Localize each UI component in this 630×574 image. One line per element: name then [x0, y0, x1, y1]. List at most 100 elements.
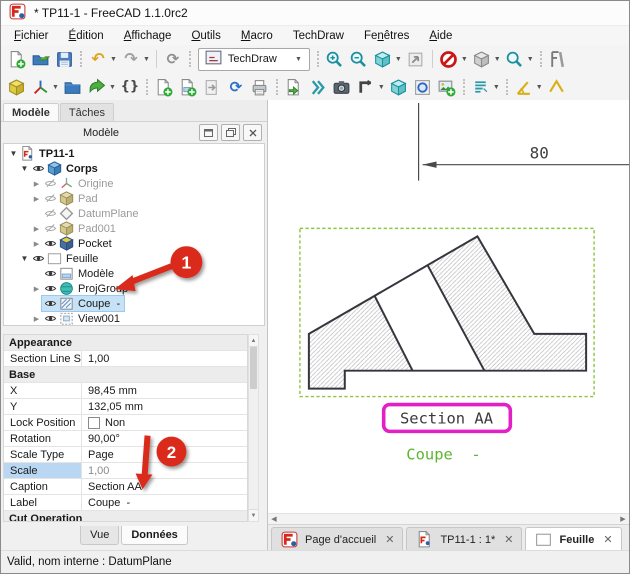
chevron-down-icon[interactable]: ▼ [110, 56, 117, 63]
detail-view-button[interactable] [387, 75, 411, 99]
visibility-on-icon[interactable] [30, 162, 46, 175]
page-new-button[interactable] [152, 75, 176, 99]
dim-angle-button[interactable] [512, 75, 536, 99]
mdi-tab-page-d-accueil[interactable]: Page d'accueil✕ [271, 527, 403, 551]
panel-dock-button[interactable] [199, 124, 218, 141]
section-view[interactable] [309, 236, 586, 388]
expand-icon[interactable]: ▶ [31, 285, 42, 293]
visibility-off-icon[interactable] [42, 177, 58, 190]
prop-tab-donnees[interactable]: Données [121, 526, 187, 545]
page-redraw-button[interactable] [200, 75, 224, 99]
workbench-selector[interactable]: TechDraw▼ [198, 48, 310, 71]
close-icon[interactable]: ✕ [603, 533, 612, 546]
tree-item-corps[interactable]: ▼Corps [4, 161, 264, 176]
collapse-icon[interactable]: ▼ [19, 164, 30, 173]
visibility-on-icon[interactable] [42, 282, 58, 295]
expand-icon[interactable]: ▶ [31, 180, 42, 188]
dim-extra-button[interactable] [545, 75, 569, 99]
toolbar-grip[interactable] [540, 51, 542, 67]
save-button[interactable] [52, 47, 76, 71]
chevron-down-icon[interactable]: ▼ [461, 56, 468, 63]
visibility-on-icon[interactable] [30, 252, 46, 265]
prop-tab-vue[interactable]: Vue [80, 526, 119, 545]
folder-open-button[interactable] [28, 47, 52, 71]
zoom-region-button[interactable] [503, 47, 527, 71]
prop-row-rotation[interactable]: Rotation90,00° [4, 431, 247, 447]
checkbox-unchecked[interactable] [88, 417, 100, 429]
scroll-down-icon[interactable]: ▼ [249, 509, 258, 521]
balloon-button[interactable] [469, 75, 493, 99]
chevron-down-icon[interactable]: ▼ [378, 84, 385, 91]
mdi-tab-feuille[interactable]: Feuille✕ [525, 527, 621, 551]
menu-techdraw[interactable]: TechDraw [283, 28, 354, 44]
visibility-on-icon[interactable] [42, 312, 58, 325]
print-button[interactable] [248, 75, 272, 99]
menu-edition[interactable]: Édition [59, 28, 114, 44]
tree-item-pad001[interactable]: ▶Pad001 [4, 221, 264, 236]
image-view-button[interactable] [435, 75, 459, 99]
prop-row-y[interactable]: Y132,05 mm [4, 399, 247, 415]
prop-value[interactable]: Coupe - [82, 495, 247, 510]
prop-value[interactable]: 132,05 mm [82, 399, 247, 414]
prop-value[interactable]: Non [82, 415, 247, 430]
chevron-down-icon[interactable]: ▼ [494, 56, 501, 63]
expand-icon[interactable]: ▶ [31, 225, 42, 233]
prop-row-scale[interactable]: Scale1,00 [4, 463, 247, 479]
menu-affichage[interactable]: Affichage [114, 28, 182, 44]
chevron-down-icon[interactable]: ▼ [395, 56, 402, 63]
zoom-out-button[interactable] [347, 47, 371, 71]
tree-item-pocket[interactable]: ▶Pocket [4, 236, 264, 251]
menu-fenetres[interactable]: Fenêtres [354, 28, 419, 44]
visibility-off-icon[interactable] [42, 207, 58, 220]
camera-button[interactable] [330, 75, 354, 99]
panel-close-button[interactable] [243, 124, 262, 141]
prop-row-section-line-s[interactable]: Section Line S...1,00 [4, 351, 247, 367]
redo-button[interactable]: ↷ [119, 47, 143, 71]
prop-value[interactable]: Section AA [82, 479, 247, 494]
tree-item-origine[interactable]: ▶Origine [4, 176, 264, 191]
chevron-down-icon[interactable]: ▼ [527, 56, 534, 63]
refresh-button[interactable]: ⟳ [161, 47, 185, 71]
prop-value[interactable]: Page [82, 447, 247, 462]
clip-group-button[interactable] [411, 75, 435, 99]
menu-fichier[interactable]: Fichier [4, 28, 59, 44]
collapse-icon[interactable]: ▼ [19, 254, 30, 263]
axis-cross-button[interactable] [28, 75, 52, 99]
panel-splitter[interactable] [1, 326, 267, 332]
prop-row-x[interactable]: X98,45 mm [4, 383, 247, 399]
dimension-80[interactable]: 80 [419, 103, 629, 181]
property-scrollbar[interactable]: ▲ ▼ [248, 334, 259, 522]
macro-button[interactable]: {} [118, 75, 142, 99]
horizontal-scrollbar[interactable]: ◀ ▶ [268, 513, 629, 524]
tree-item-coupe[interactable]: Coupe - [4, 296, 264, 311]
tree-item-view001[interactable]: ▶View001 [4, 311, 264, 326]
scroll-up-icon[interactable]: ▲ [249, 335, 258, 347]
go-linked-button[interactable] [404, 47, 428, 71]
tree-item-pad[interactable]: ▶Pad [4, 191, 264, 206]
toolbar-grip[interactable] [317, 51, 319, 67]
scroll-right-icon[interactable]: ▶ [617, 515, 629, 523]
panel-tab-modele[interactable]: Modèle [3, 103, 59, 121]
draw-style-button[interactable] [437, 47, 461, 71]
mdi-tab-tp11-1-1[interactable]: TP11-1 : 1*✕ [406, 527, 522, 551]
menu-outils[interactable]: Outils [181, 28, 230, 44]
panel-float-button[interactable] [221, 124, 240, 141]
undo-button[interactable]: ↶ [86, 47, 110, 71]
close-icon[interactable]: ✕ [504, 533, 513, 546]
tree-item-modele[interactable]: Modèle [4, 266, 264, 281]
prop-value[interactable]: 90,00° [82, 431, 247, 446]
measure-button[interactable] [546, 47, 570, 71]
visibility-off-icon[interactable] [42, 192, 58, 205]
prop-row-scale-type[interactable]: Scale TypePage [4, 447, 247, 463]
toolbar-grip[interactable] [276, 79, 278, 95]
update-views-button[interactable]: ⟳ [224, 75, 248, 99]
export-button[interactable] [85, 75, 109, 99]
page-template-button[interactable] [176, 75, 200, 99]
chevron-down-icon[interactable]: ▼ [143, 56, 150, 63]
tree-item-datumplane[interactable]: DatumPlane [4, 206, 264, 221]
export-page-button[interactable] [282, 75, 306, 99]
prop-row-label[interactable]: LabelCoupe - [4, 495, 247, 511]
techdraw-page[interactable]: 80 Section AA Coupe - [268, 100, 629, 513]
folder-button[interactable] [61, 75, 85, 99]
expand-icon[interactable]: ▶ [31, 240, 42, 248]
